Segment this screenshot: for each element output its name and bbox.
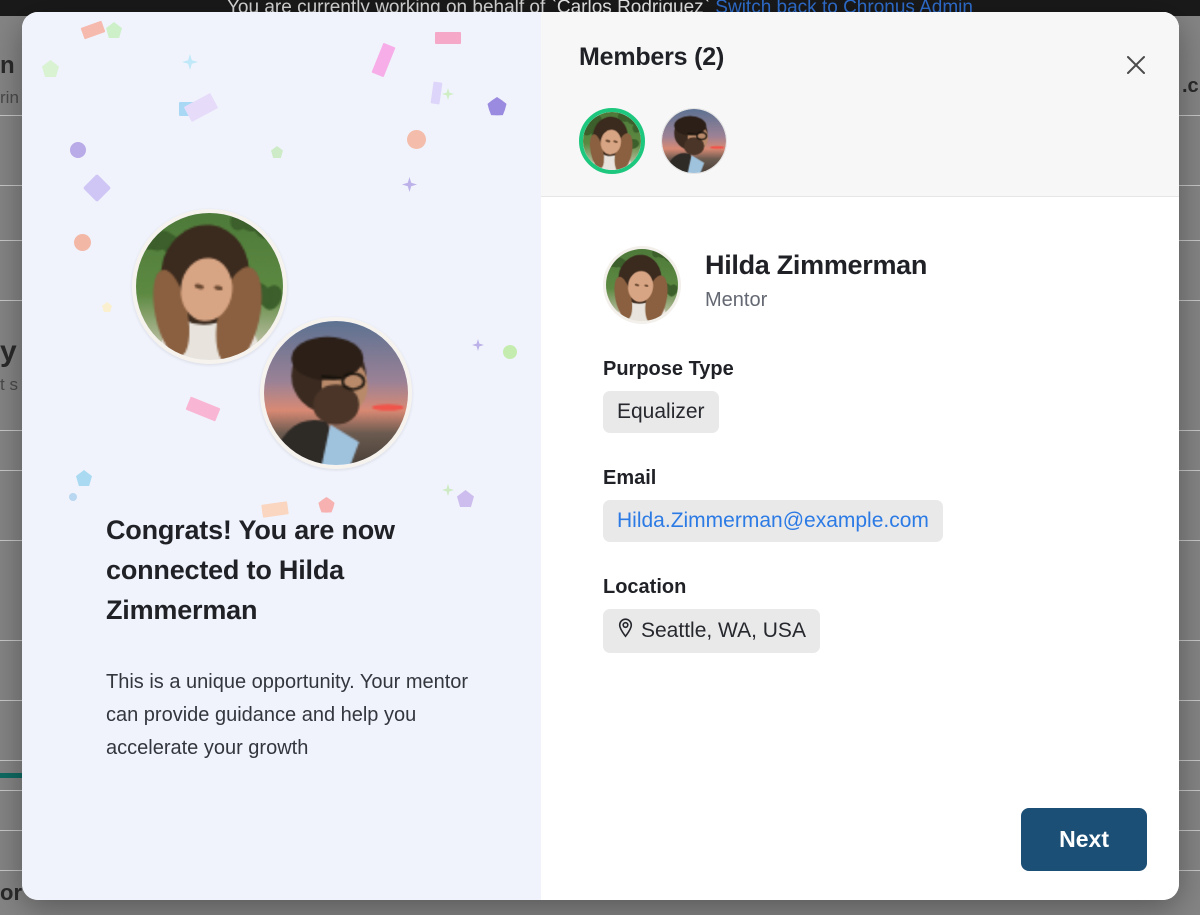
confetti-rect [183,92,219,123]
profile-name-block: Hilda Zimmerman Mentor [705,246,927,312]
confetti-pentagon [106,22,122,38]
confetti-rect [80,20,106,40]
hero-avatar-member-2 [260,317,412,469]
profile-avatar [603,246,681,324]
field-value-text: Hilda.Zimmerman@example.com [617,509,929,532]
field-purpose-type: Purpose Type Equalizer [541,358,1179,433]
profile-detail: Hilda Zimmerman Mentor Purpose Type Equal… [541,198,1179,653]
hero-avatar-pair [22,197,541,469]
field-label: Location [603,576,687,598]
location-pin-icon [617,618,634,644]
member-detail-panel: Members (2) Hilda Zimmerman Mentor Purpo… [541,12,1179,900]
close-icon[interactable] [1119,48,1153,82]
modal-footer: Next [1021,808,1147,871]
email-value[interactable]: Hilda.Zimmerman@example.com [603,500,943,542]
field-label: Email [603,467,657,489]
confetti-circle [407,130,426,149]
hero-avatar-hilda-zimmerman [132,209,287,364]
field-value-text: Seattle, WA, USA [641,619,806,642]
field-value-text: Equalizer [617,400,705,423]
profile-fields: Purpose Type Equalizer Email Hilda.Zimmerma… [541,358,1179,653]
background-text-fragment: .c [1182,75,1199,97]
background-text-fragment: or [0,880,22,905]
members-title: Members (2) [579,43,725,71]
member-avatar-hilda-zimmerman[interactable] [579,108,645,174]
confetti-rect [371,42,396,78]
members-avatar-list [579,108,727,174]
congrats-title: Congrats! You are now connected to Hilda… [106,515,395,625]
confetti-star4 [182,54,198,70]
celebration-copy: Congrats! You are now connected to Hilda… [106,510,496,765]
confetti-star5 [487,97,507,117]
member-avatar-second-member[interactable] [661,108,727,174]
confetti-star4 [442,484,454,496]
profile-header: Hilda Zimmerman Mentor [541,198,1179,324]
confetti-pentagon [271,146,283,158]
field-location: Location Seattle, WA, USA [541,576,1179,653]
field-label: Purpose Type [603,358,734,380]
field-value: Seattle, WA, USA [603,609,820,653]
background-text-fragment: t s [0,375,18,394]
congrats-subtitle: This is a unique opportunity. Your mento… [106,671,469,759]
confetti-pentagon [42,60,59,77]
profile-name: Hilda Zimmerman [705,250,928,280]
members-strip: Members (2) [541,12,1179,197]
confetti-star4 [402,177,417,192]
next-button[interactable]: Next [1021,808,1147,871]
field-value: Equalizer [603,391,719,433]
celebration-panel: Congrats! You are now connected to Hilda… [22,12,541,900]
background-text-fragment: rin [0,88,19,107]
confetti-rect [430,81,443,105]
connection-modal: Congrats! You are now connected to Hilda… [22,12,1179,900]
field-email: Email Hilda.Zimmerman@example.com [541,467,1179,542]
confetti-star4 [442,88,454,100]
profile-role: Mentor [705,289,768,311]
confetti-circle [69,493,77,501]
confetti-circle [70,142,86,158]
background-text-fragment: y [0,335,17,368]
confetti-pentagon [76,470,92,486]
confetti-rect [435,32,461,44]
confetti-pentagon [457,490,474,507]
